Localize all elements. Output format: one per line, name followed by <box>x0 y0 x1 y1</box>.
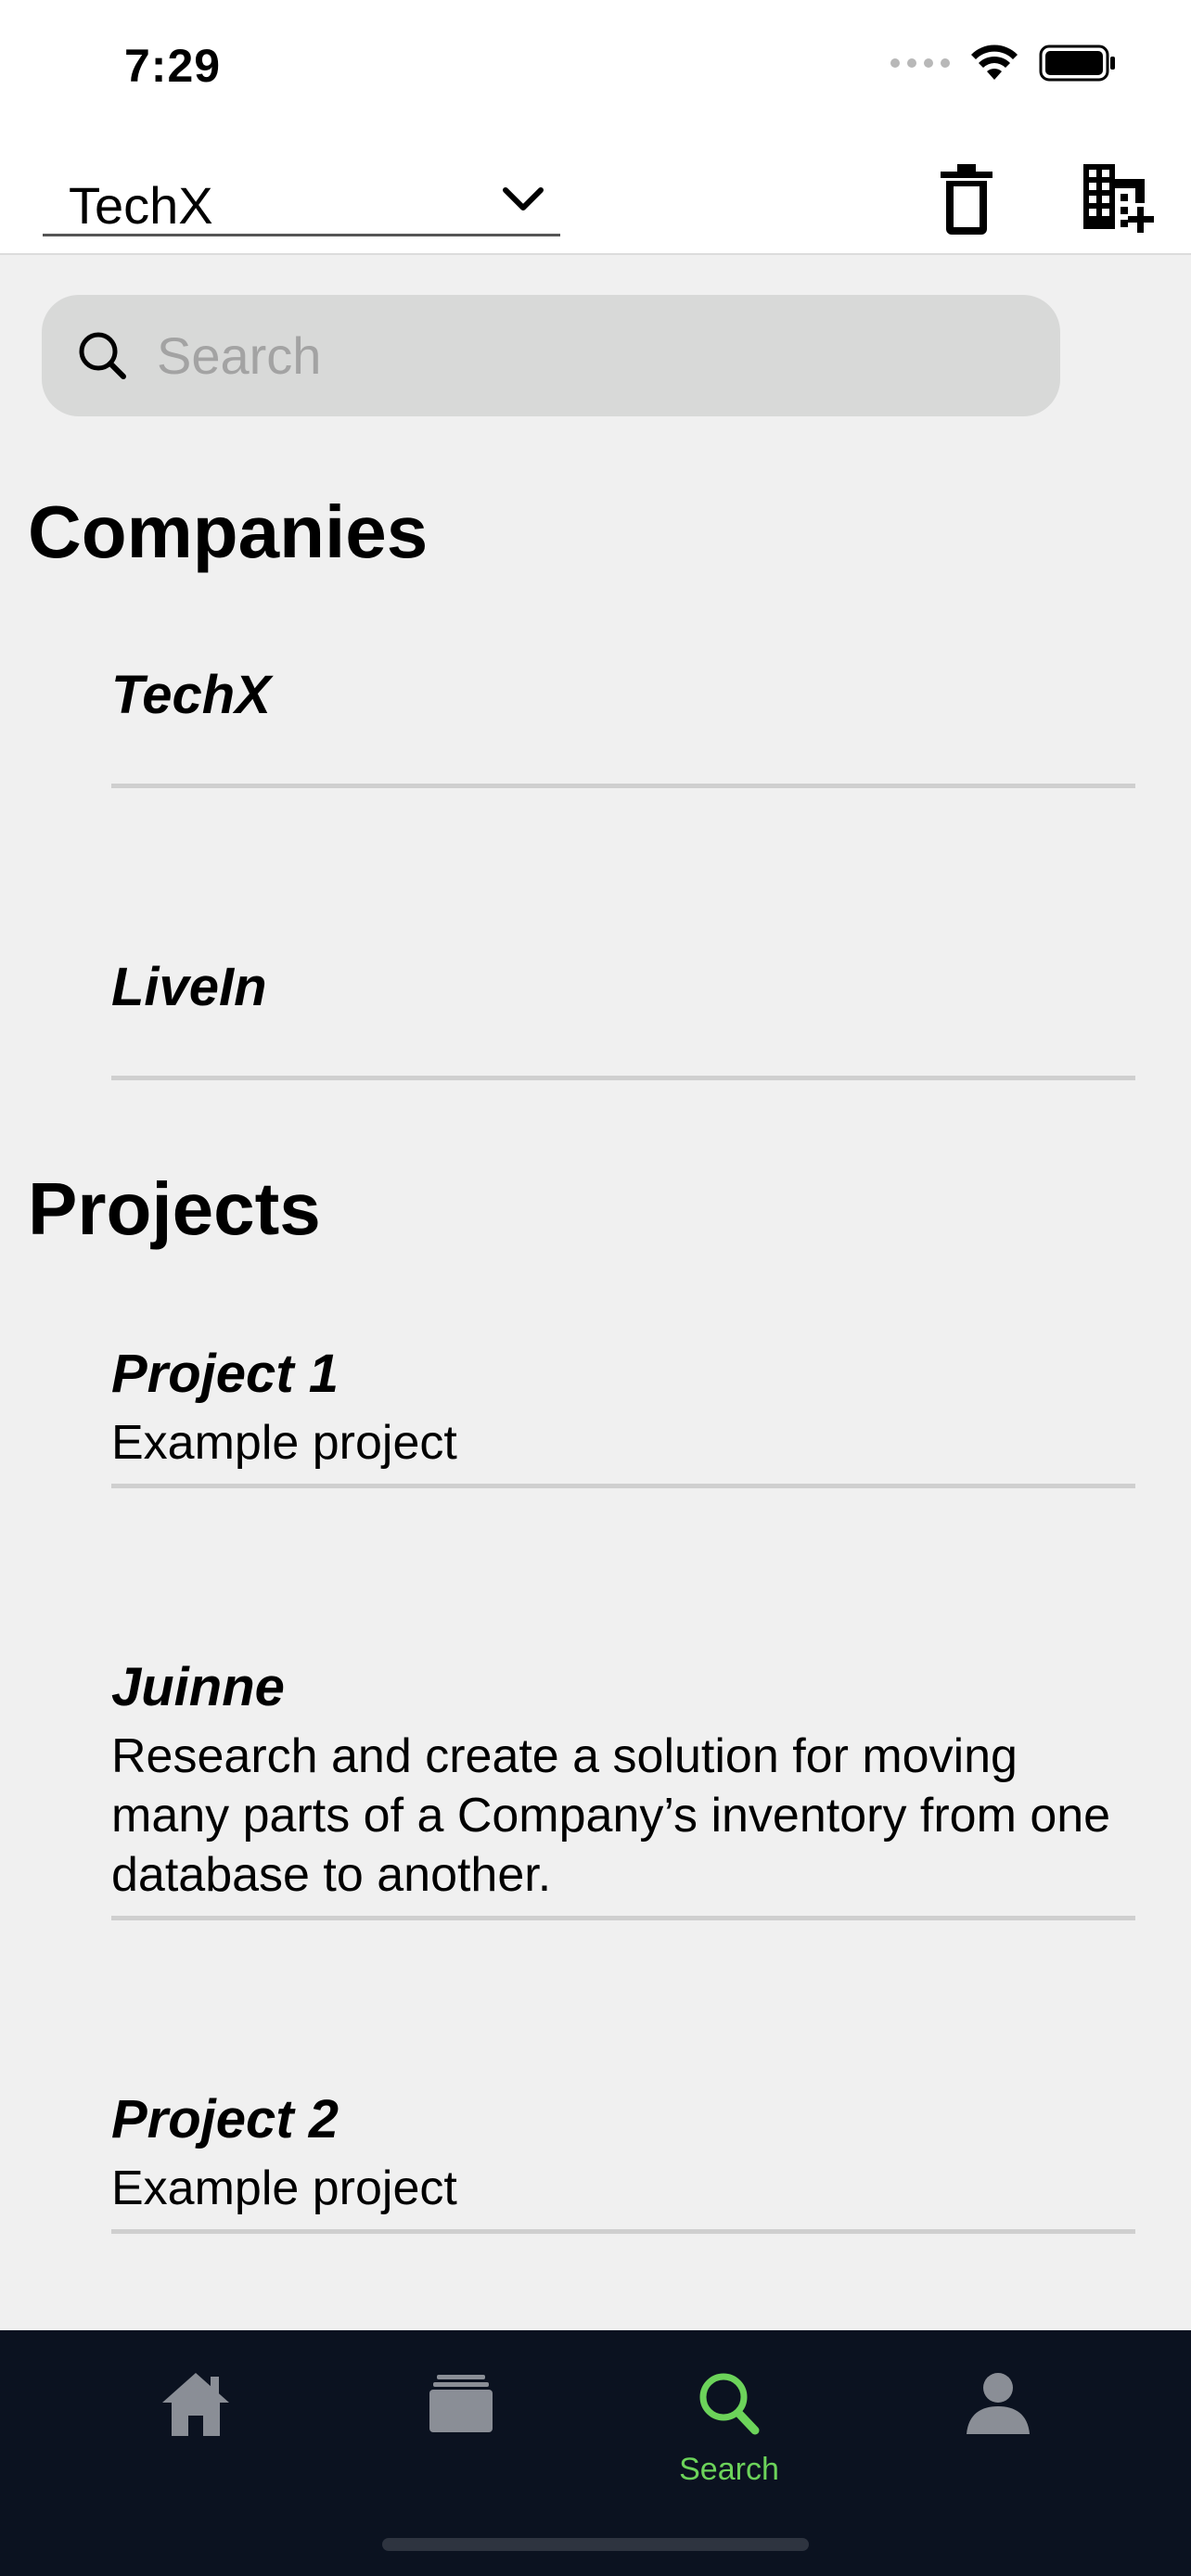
project-description: Research and create a solution for movin… <box>111 1729 1111 1902</box>
company-row-livein[interactable]: LiveIn <box>111 958 1135 1080</box>
search-icon <box>699 2373 760 2435</box>
project-name: Project 2 <box>111 2089 339 2149</box>
project-description: Example project <box>111 1416 457 1470</box>
search-bar[interactable] <box>42 295 1060 416</box>
add-building-icon <box>1083 164 1154 233</box>
company-dropdown[interactable]: TechX <box>43 162 560 236</box>
delete-button[interactable] <box>937 162 996 236</box>
companies-heading: Companies <box>28 491 429 573</box>
project-name: Juinne <box>111 1657 285 1717</box>
battery-icon <box>1039 45 1115 82</box>
cellular-signal-icon <box>890 58 950 68</box>
add-company-button[interactable] <box>1080 160 1154 235</box>
project-name: Project 1 <box>111 1344 339 1404</box>
status-bar: 7:29 <box>0 0 1191 134</box>
home-indicator <box>382 2538 809 2551</box>
project-description: Example project <box>111 2162 457 2215</box>
trash-icon <box>941 164 992 235</box>
status-icons <box>890 45 1117 82</box>
search-icon <box>79 332 126 379</box>
company-name: LiveIn <box>111 957 267 1017</box>
top-bar: TechX <box>0 134 1191 255</box>
tab-search[interactable]: Search <box>636 2367 822 2497</box>
company-name: TechX <box>111 665 271 725</box>
tab-home[interactable] <box>103 2367 288 2497</box>
search-input[interactable] <box>157 321 992 390</box>
tab-profile[interactable] <box>905 2367 1091 2497</box>
project-row-project-1[interactable]: Project 1 Example project <box>111 1345 1135 1488</box>
project-row-project-2[interactable]: Project 2 Example project <box>111 2090 1135 2234</box>
stack-icon <box>429 2375 493 2432</box>
tab-search-label: Search <box>679 2452 779 2487</box>
wifi-icon <box>971 45 1018 80</box>
company-dropdown-value: TechX <box>69 176 213 235</box>
projects-heading: Projects <box>28 1167 321 1250</box>
company-row-techx[interactable]: TechX <box>111 666 1135 788</box>
project-row-juinne[interactable]: Juinne Research and create a solution fo… <box>111 1658 1135 1920</box>
chevron-down-icon <box>503 187 544 210</box>
tab-projects[interactable] <box>368 2367 554 2497</box>
person-icon <box>967 2373 1030 2434</box>
home-icon <box>162 2373 229 2436</box>
status-time: 7:29 <box>124 40 222 92</box>
